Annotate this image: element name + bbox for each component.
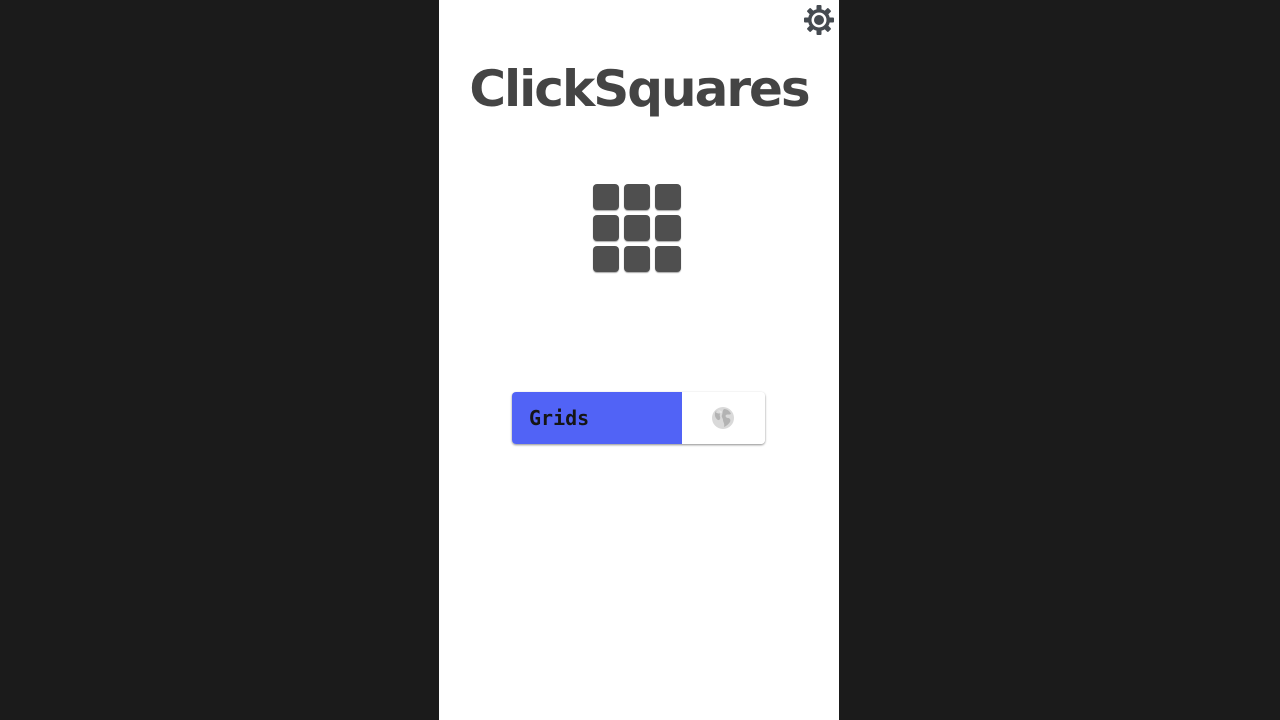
game-screen: ClickSquares Grids — [439, 0, 839, 720]
grids-label: Grids — [529, 406, 590, 430]
logo-square — [624, 184, 650, 210]
letterbox-background: ClickSquares Grids — [0, 0, 1280, 720]
logo-square — [593, 215, 619, 241]
logo-square — [593, 246, 619, 272]
gear-icon — [804, 5, 834, 35]
logo-square — [593, 184, 619, 210]
logo-square — [655, 184, 681, 210]
online-button[interactable] — [682, 392, 765, 444]
logo-square — [624, 246, 650, 272]
globe-icon — [712, 407, 734, 429]
settings-button[interactable] — [803, 4, 835, 36]
logo-square — [624, 215, 650, 241]
grids-button[interactable]: Grids — [512, 392, 682, 444]
logo-square — [655, 215, 681, 241]
logo-square — [655, 246, 681, 272]
mode-switch: Grids — [512, 392, 765, 444]
game-title: ClickSquares — [469, 60, 810, 118]
grid-logo-icon — [593, 184, 685, 274]
